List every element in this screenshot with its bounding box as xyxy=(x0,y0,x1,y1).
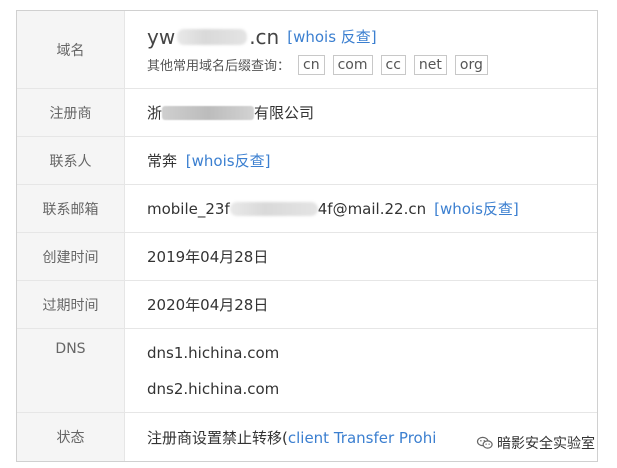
watermark: 暗影安全实验室 xyxy=(472,431,597,455)
row-dns: DNS dns1.hichina.com dns2.hichina.com xyxy=(17,329,597,413)
value-dns: dns1.hichina.com dns2.hichina.com xyxy=(125,329,597,412)
suffix-tag-cn[interactable]: cn xyxy=(298,54,325,75)
row-contact: 联系人 常奔 [whois反查] xyxy=(17,137,597,185)
value-expires: 2020年04月28日 xyxy=(147,296,269,314)
value-domain: yw .cn [whois 反查] 其他常用域名后缀查询： cn com cc … xyxy=(125,11,597,88)
suffix-tag-com[interactable]: com xyxy=(332,54,373,75)
row-created: 创建时间 2019年04月28日 xyxy=(17,233,597,281)
suffix-tag-net[interactable]: net xyxy=(413,54,447,75)
label-dns: DNS xyxy=(17,329,125,412)
row-registrar: 注册商 浙 有限公司 xyxy=(17,89,597,137)
label-created: 创建时间 xyxy=(17,233,125,280)
value-registrar: 浙 有限公司 xyxy=(125,89,597,136)
dns-server-1: dns1.hichina.com xyxy=(147,343,280,362)
redacted-registrar xyxy=(162,105,255,120)
redacted-domain xyxy=(177,28,248,45)
email-whois-link[interactable]: [whois反查] xyxy=(434,198,519,219)
label-registrar: 注册商 xyxy=(17,89,125,136)
watermark-text: 暗影安全实验室 xyxy=(497,436,595,452)
value-email: mobile_23f 4f@mail.22.cn [whois反查] xyxy=(125,185,597,232)
redacted-email xyxy=(229,201,318,216)
registrar-suffix: 有限公司 xyxy=(254,104,315,122)
suffix-query-label: 其他常用域名后缀查询： xyxy=(147,59,291,74)
email-suffix: 4f@mail.22.cn xyxy=(317,199,427,218)
label-expires: 过期时间 xyxy=(17,281,125,328)
status-text: 注册商设置禁止转移( xyxy=(147,428,288,447)
row-domain: 域名 yw .cn [whois 反查] 其他常用域名后缀查询： cn com … xyxy=(17,11,597,89)
label-domain: 域名 xyxy=(17,11,125,88)
row-expires: 过期时间 2020年04月28日 xyxy=(17,281,597,329)
email-prefix: mobile_23f xyxy=(147,199,230,218)
value-created: 2019年04月28日 xyxy=(147,248,269,266)
value-contact: 常奔 [whois反查] xyxy=(125,137,597,184)
label-status: 状态 xyxy=(17,413,125,461)
row-email: 联系邮箱 mobile_23f 4f@mail.22.cn [whois反查] xyxy=(17,185,597,233)
contact-whois-link[interactable]: [whois反查] xyxy=(186,152,271,170)
domain-suffix: .cn xyxy=(249,24,280,49)
contact-name: 常奔 xyxy=(147,152,178,170)
status-link[interactable]: client Transfer Prohi xyxy=(288,429,437,447)
registrar-prefix: 浙 xyxy=(147,104,163,122)
domain-prefix: yw xyxy=(147,24,176,49)
suffix-tag-org[interactable]: org xyxy=(454,54,488,75)
whois-info-table: 域名 yw .cn [whois 反查] 其他常用域名后缀查询： cn com … xyxy=(16,10,598,462)
label-contact: 联系人 xyxy=(17,137,125,184)
label-email: 联系邮箱 xyxy=(17,185,125,232)
wechat-icon xyxy=(476,436,493,449)
suffix-tag-cc[interactable]: cc xyxy=(380,54,406,75)
domain-whois-link[interactable]: [whois 反查] xyxy=(287,26,376,47)
dns-server-2: dns2.hichina.com xyxy=(147,379,280,398)
